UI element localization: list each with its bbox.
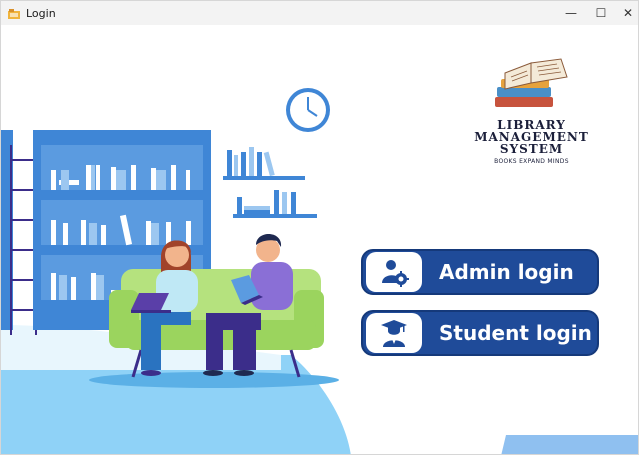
maximize-button[interactable]: ☐	[586, 1, 616, 25]
wall-shelf-top	[223, 147, 305, 180]
books-logo-icon	[495, 58, 568, 107]
logo-line-3: SYSTEM	[499, 142, 564, 156]
window-title: Login	[26, 6, 56, 20]
library-illustration	[1, 58, 638, 454]
close-button[interactable]: ✕	[613, 1, 638, 25]
wall-shelf-bottom	[233, 190, 317, 218]
corner-accent	[501, 435, 638, 454]
login-content: LIBRARY MANAGEMENT SYSTEM BOOKS EXPAND M…	[1, 25, 638, 454]
student-login-button[interactable]: Student login	[361, 310, 599, 356]
login-window: Login — ☐ ✕ LIBRARY MANAGEMENT SYSTEM BO…	[0, 0, 639, 455]
clock-icon	[286, 88, 330, 132]
ladder-icon	[10, 145, 37, 335]
title-bar: Login — ☐ ✕	[1, 1, 638, 25]
student-login-label: Student login	[439, 321, 592, 345]
app-icon	[8, 7, 20, 19]
graduate-icon	[366, 313, 422, 353]
admin-login-button[interactable]: Admin login	[361, 249, 599, 295]
logo-tagline: BOOKS EXPAND MINDS	[494, 158, 569, 165]
admin-login-label: Admin login	[439, 260, 574, 284]
admin-settings-icon	[366, 252, 422, 292]
app-logo: LIBRARY MANAGEMENT SYSTEM BOOKS EXPAND M…	[469, 119, 594, 165]
minimize-button[interactable]: —	[556, 1, 586, 25]
